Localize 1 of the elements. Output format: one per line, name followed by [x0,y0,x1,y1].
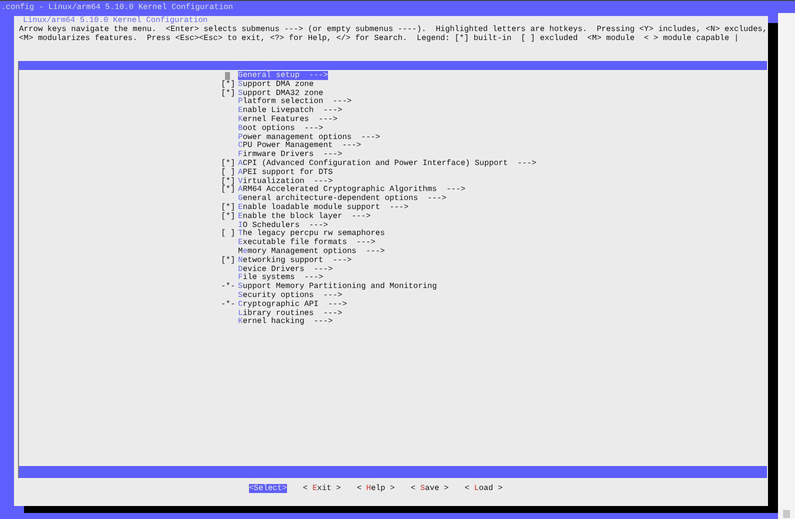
scrollbar[interactable] [778,13,795,519]
